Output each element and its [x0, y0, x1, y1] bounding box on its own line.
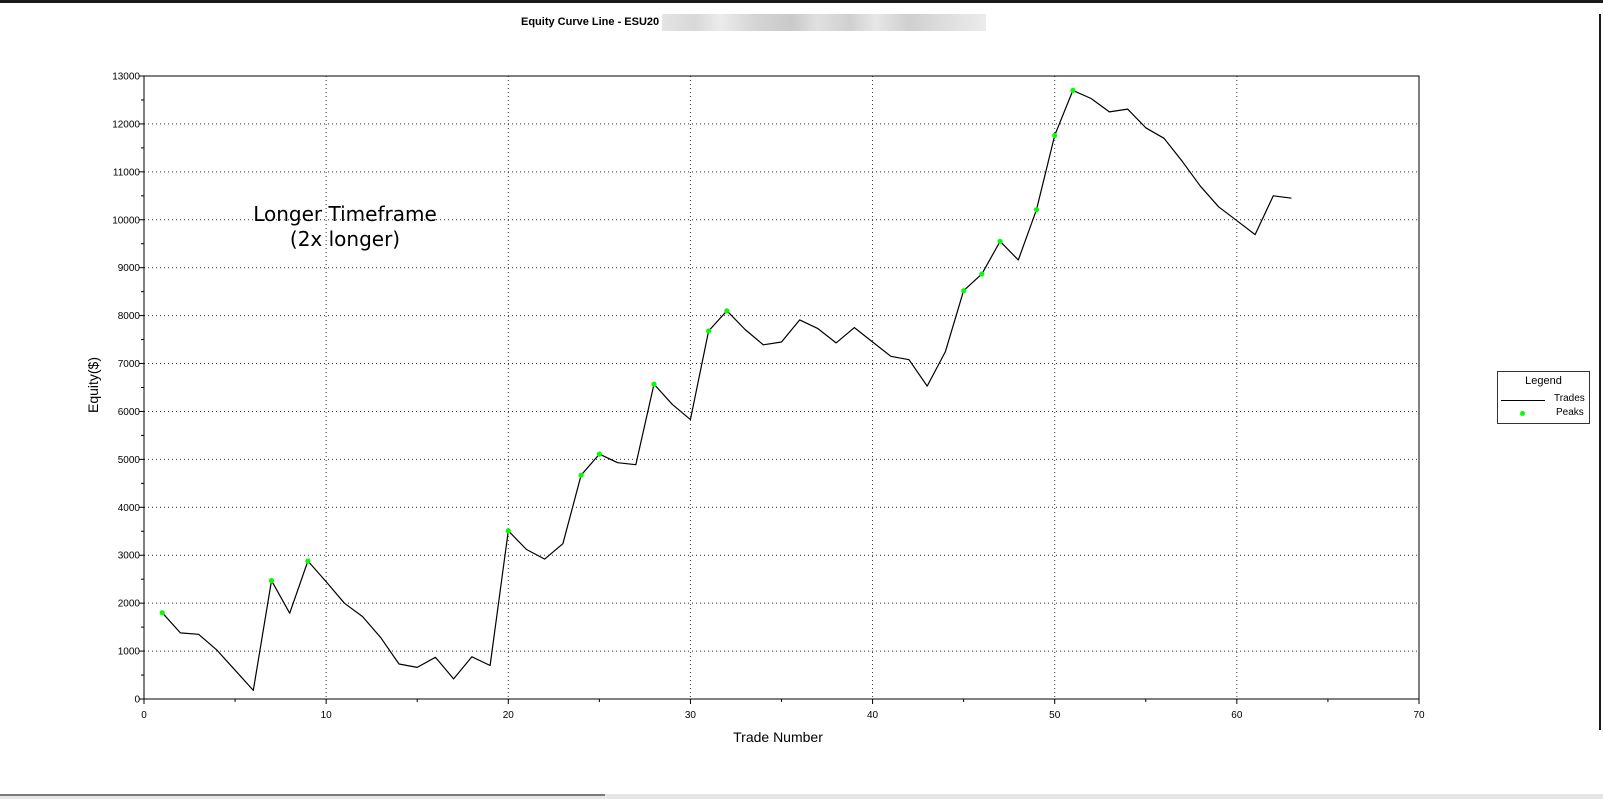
- x-tick-label: 40: [867, 710, 879, 721]
- peak-point: [1033, 207, 1040, 213]
- x-tick-label: 60: [1231, 710, 1243, 721]
- peak-point: [724, 308, 730, 314]
- peak-point: [961, 288, 967, 294]
- plot-frame: [143, 75, 1420, 700]
- x-axis-label: Trade Number: [733, 729, 823, 745]
- y-tick-label: 5000: [118, 455, 141, 466]
- legend-peaks-swatch: [1520, 411, 1525, 416]
- y-tick-label: 4000: [118, 503, 141, 514]
- y-tick-label: 2000: [118, 599, 141, 610]
- x-tick-label: 30: [685, 710, 697, 721]
- y-tick-label: 3000: [118, 551, 141, 562]
- peak-point: [268, 578, 275, 584]
- y-tick-labels: 0 1000 2000 3000 4000 5000 6000 7000 8000 9000 100…: [112, 72, 140, 706]
- trades-series-line: [161, 89, 1292, 692]
- annotation-line-2: (2x longer): [290, 227, 400, 251]
- legend-trades-label: Trades: [1554, 393, 1585, 404]
- y-tick-label: 1000: [118, 647, 141, 658]
- legend-trades-swatch: [1501, 400, 1545, 401]
- y-tick-label: 12000: [112, 119, 140, 130]
- x-tick-label: 20: [503, 710, 515, 721]
- peak-point: [997, 238, 1003, 244]
- peak-point: [1070, 87, 1076, 93]
- y-tick-label: 10000: [112, 215, 140, 226]
- y-axis-label: Equity($): [85, 357, 101, 413]
- peak-point: [1052, 132, 1058, 139]
- peak-point: [305, 558, 311, 564]
- y-tick-label: 7000: [118, 359, 141, 370]
- peak-point: [706, 328, 712, 334]
- series-layer: [159, 87, 1292, 692]
- grid: [144, 76, 1419, 699]
- x-tick-label: 50: [1049, 710, 1061, 721]
- peak-point: [159, 610, 165, 616]
- peak-point: [505, 528, 511, 534]
- annotation-line-1: Longer Timeframe: [253, 202, 437, 226]
- peak-point: [578, 472, 584, 478]
- legend-peaks-label: Peaks: [1556, 407, 1584, 418]
- axis-ticks: [139, 75, 1420, 704]
- legend-title: Legend: [1525, 375, 1562, 387]
- legend: Legend Trades Peaks: [1497, 371, 1590, 424]
- y-tick-label: 11000: [113, 167, 141, 178]
- x-tick-label: 0: [141, 710, 147, 721]
- x-tick-labels: 0 10 20 30 40 50 60 70: [141, 710, 1425, 721]
- peak-point: [979, 271, 985, 277]
- x-tick-label: 70: [1413, 710, 1425, 721]
- y-tick-label: 6000: [118, 407, 141, 418]
- equity-chart: 0 10 20 30 40 50 60 70 0 1000 2000 3000 4000 5000 600…: [85, 72, 1425, 746]
- peak-point: [596, 451, 602, 457]
- y-tick-label: 9000: [118, 263, 141, 274]
- y-tick-label: 13000: [112, 72, 140, 83]
- x-tick-label: 10: [321, 710, 333, 721]
- y-tick-label: 8000: [118, 311, 141, 322]
- y-tick-label: 0: [134, 695, 140, 706]
- peak-point: [651, 381, 657, 387]
